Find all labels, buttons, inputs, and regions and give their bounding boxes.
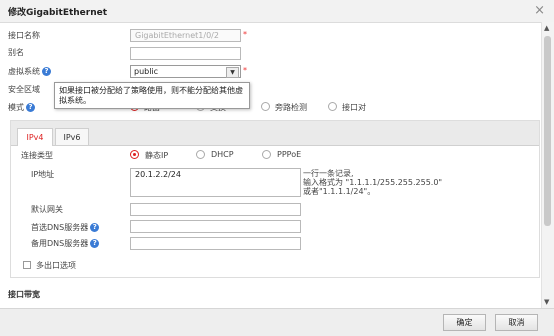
- interface-name-label: 接口名称: [8, 31, 40, 40]
- vsys-select[interactable]: public ▼: [130, 65, 241, 78]
- interface-name-field: GigabitEthernet1/0/2: [130, 29, 241, 42]
- close-icon[interactable]: ×: [534, 3, 545, 18]
- connection-type-label: 连接类型: [21, 151, 53, 160]
- tab-ipv4[interactable]: IPv4: [17, 128, 53, 146]
- conn-radio-static[interactable]: [130, 150, 139, 159]
- conn-option-dhcp: DHCP: [211, 150, 234, 159]
- gateway-input[interactable]: [130, 203, 301, 216]
- dialog-title: 修改GigabitEthernet: [8, 8, 108, 18]
- bandwidth-section-title: 接口带宽: [8, 290, 40, 299]
- ip-hint-line1: 一行一条记录,: [303, 169, 354, 178]
- ip-hint-line2: 输入格式为 "1.1.1.1/255.255.255.0": [303, 178, 443, 187]
- conn-radio-dhcp[interactable]: [196, 150, 205, 159]
- mode-option-bypass: 旁路检测: [275, 103, 307, 112]
- vertical-scrollbar[interactable]: ▲ ▼: [541, 22, 554, 308]
- required-mark: *: [243, 30, 247, 39]
- help-icon[interactable]: ?: [90, 239, 100, 248]
- multi-exit-checkbox[interactable]: [23, 261, 31, 269]
- conn-option-pppoe: PPPoE: [277, 150, 302, 159]
- dns2-label: 备用DNS服务器?: [31, 238, 100, 249]
- conn-radio-pppoe[interactable]: [262, 150, 271, 159]
- ip-address-textarea[interactable]: 20.1.2.2/24: [130, 168, 301, 197]
- alias-input[interactable]: [130, 47, 241, 60]
- dns1-input[interactable]: [130, 220, 301, 233]
- ip-address-label: IP地址: [31, 170, 55, 179]
- conn-option-static: 静态IP: [145, 151, 169, 160]
- ip-hint-line3: 或者"1.1.1.1/24"。: [303, 187, 376, 196]
- required-mark: *: [243, 66, 247, 75]
- ok-button[interactable]: 确定: [443, 314, 486, 331]
- dns2-input[interactable]: [130, 237, 301, 250]
- dialog-titlebar: 修改GigabitEthernet ×: [0, 0, 554, 23]
- tab-ipv6[interactable]: IPv6: [55, 128, 89, 145]
- dns2-label-text: 备用DNS服务器: [31, 239, 89, 248]
- mode-label-text: 模式: [8, 103, 24, 112]
- mode-radio-bypass[interactable]: [261, 102, 270, 111]
- help-icon[interactable]: ?: [90, 223, 100, 232]
- help-icon[interactable]: ?: [42, 67, 51, 76]
- mode-option-pair: 接口对: [342, 103, 366, 112]
- edit-interface-dialog: 修改GigabitEthernet × ▲ ▼ 接口名称 GigabitEthe…: [0, 0, 554, 336]
- scroll-up-icon[interactable]: ▲: [544, 24, 549, 32]
- dialog-footer: 确定 取消: [0, 308, 554, 336]
- alias-label: 别名: [8, 48, 24, 57]
- help-icon[interactable]: ?: [26, 103, 35, 112]
- scroll-thumb[interactable]: [544, 36, 551, 226]
- gateway-label: 默认网关: [31, 205, 63, 214]
- dns1-label: 首选DNS服务器?: [31, 222, 100, 233]
- vsys-label: 虚拟系统?: [8, 66, 51, 77]
- mode-label: 模式?: [8, 102, 35, 113]
- scroll-down-icon[interactable]: ▼: [544, 298, 549, 306]
- dns1-label-text: 首选DNS服务器: [31, 223, 89, 232]
- cancel-button[interactable]: 取消: [495, 314, 538, 331]
- tab-bar: IPv4 IPv6: [11, 121, 539, 146]
- vsys-selected-value: public: [134, 67, 159, 76]
- multi-exit-label: 多出口选项: [36, 261, 76, 270]
- chevron-down-icon[interactable]: ▼: [226, 67, 239, 78]
- tooltip: 如果接口被分配给了策略使用，则不能分配给其他虚拟系统。: [54, 82, 250, 109]
- security-zone-label: 安全区域: [8, 85, 40, 94]
- vsys-label-text: 虚拟系统: [8, 67, 40, 76]
- mode-radio-pair[interactable]: [328, 102, 337, 111]
- ip-config-panel: IPv4 IPv6 连接类型 静态IP DHCP PPPoE IP地址 20.1…: [10, 120, 540, 278]
